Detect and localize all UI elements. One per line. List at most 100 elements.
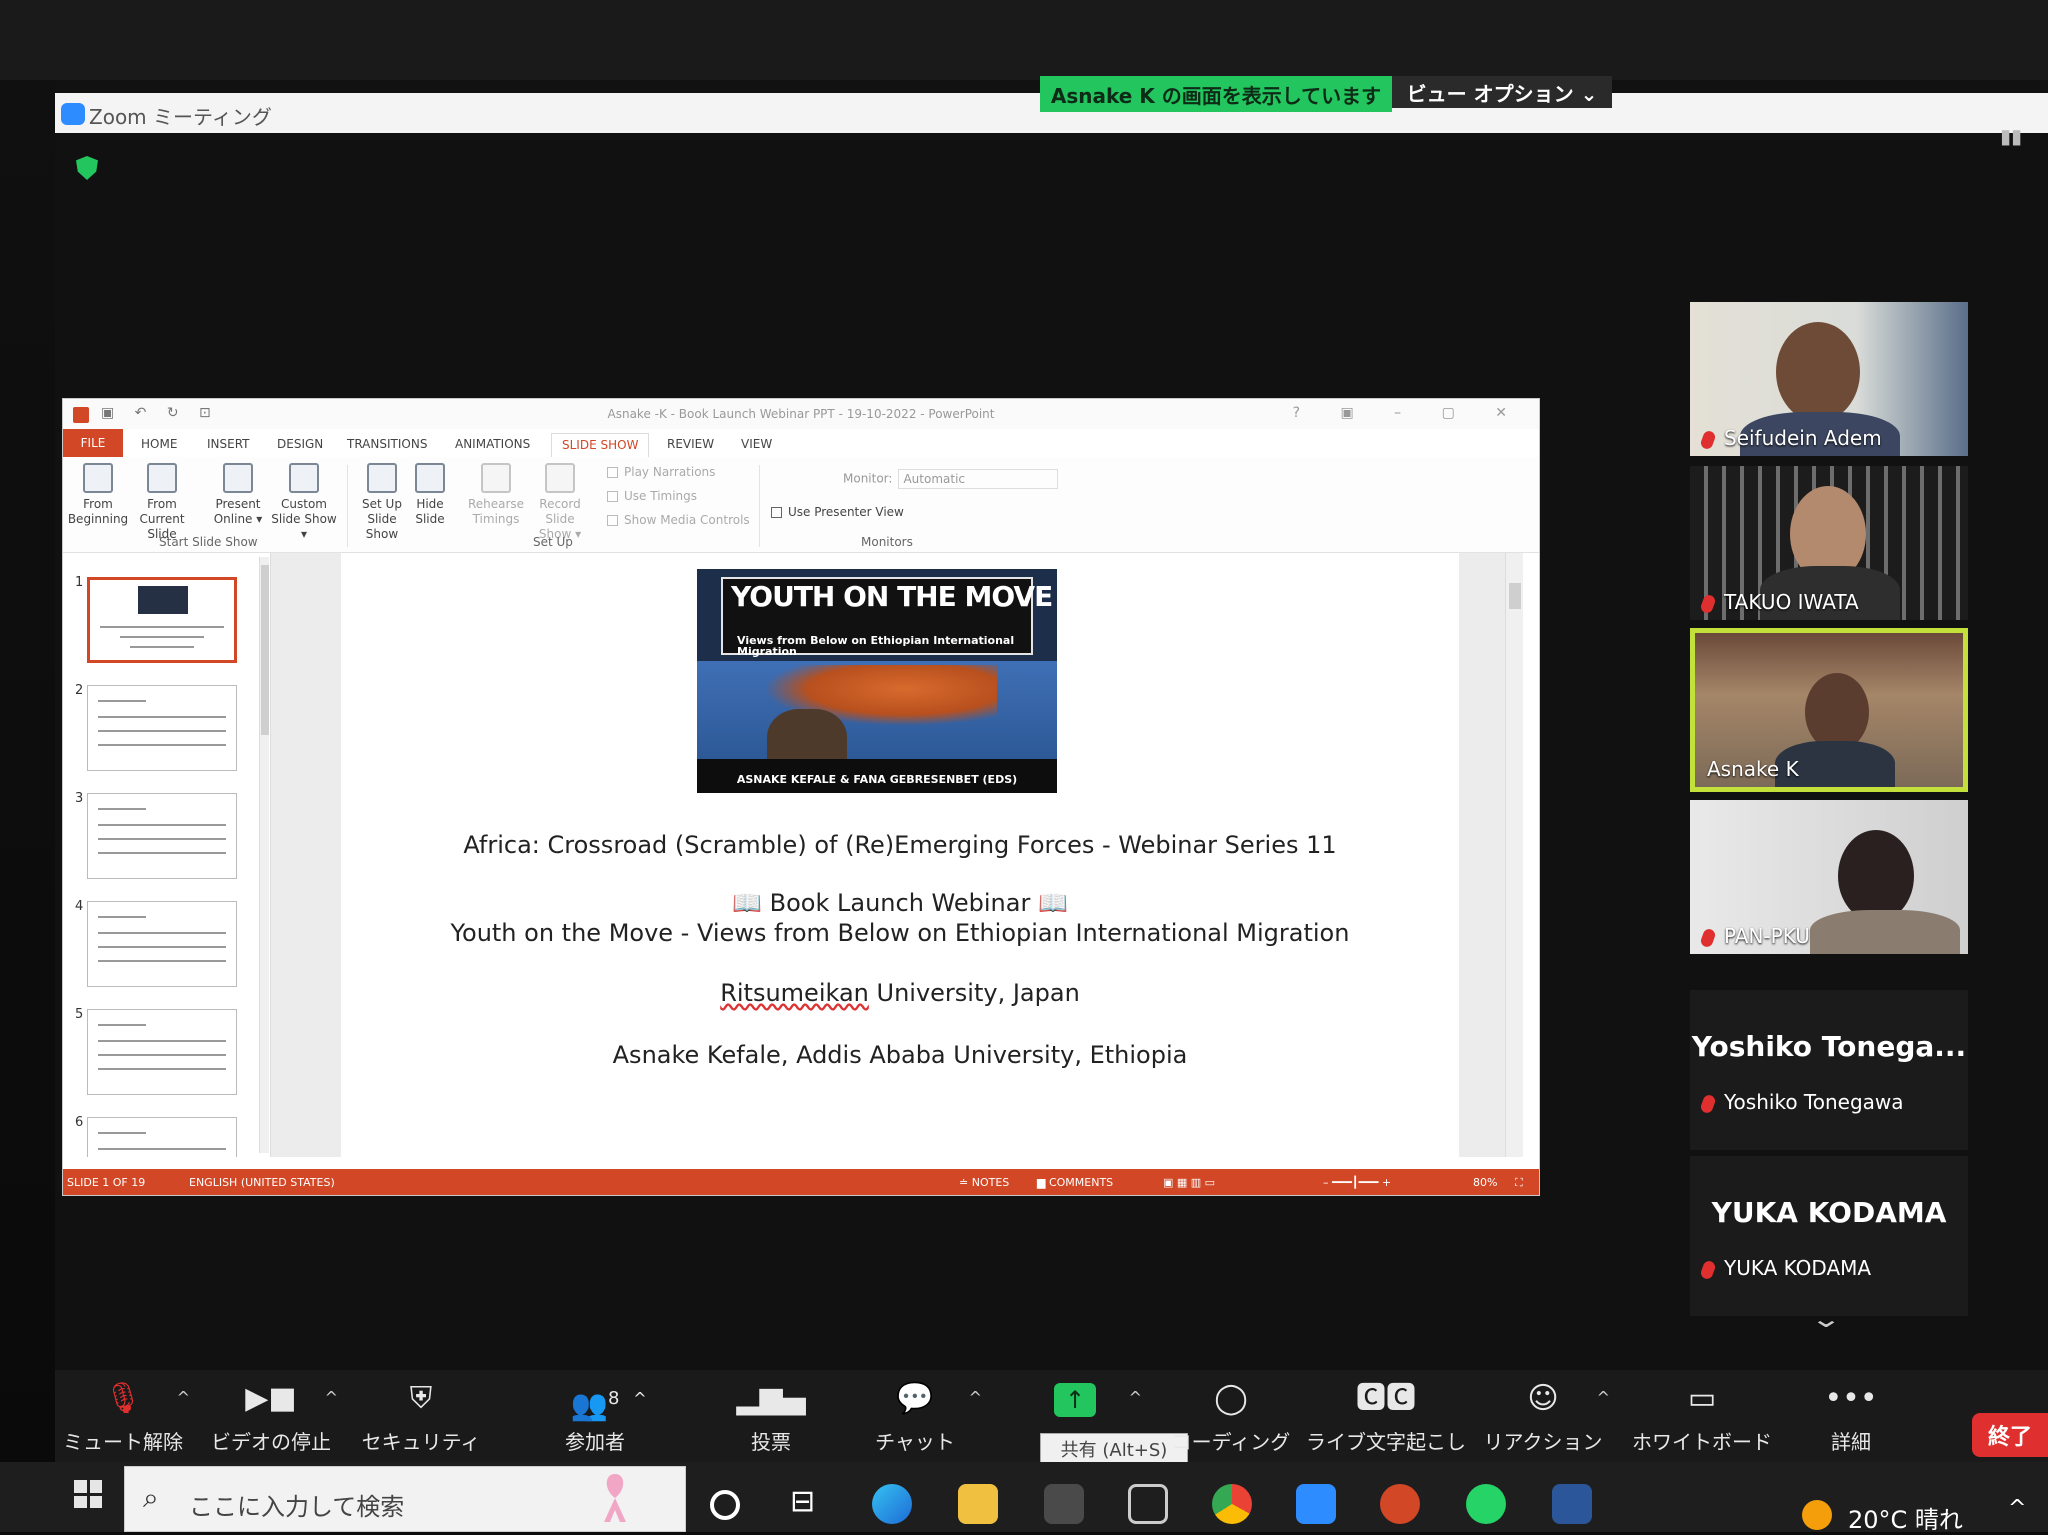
hide-slide-button[interactable]: Hide Slide — [407, 463, 453, 527]
tab-animations[interactable]: ANIMATIONS — [455, 437, 530, 451]
chevron-up-icon[interactable]: ^ — [2008, 1496, 2026, 1521]
microsoft-store-icon[interactable] — [1044, 1484, 1084, 1524]
participant-display-name: Yoshiko Tonega... — [1691, 1030, 1967, 1063]
end-meeting-button[interactable]: 終了 — [1972, 1413, 2048, 1457]
more-button[interactable]: ••• 詳細 — [1776, 1380, 1926, 1455]
participant-tile[interactable]: TAKUO IWATA — [1690, 466, 1968, 620]
zoom-slider[interactable]: – ━━━┃━━━ + — [1323, 1176, 1391, 1189]
slide-thumbnail-1[interactable] — [87, 577, 237, 663]
security-button[interactable]: ⛨ セキュリティ — [346, 1380, 496, 1455]
participant-tile-no-video[interactable]: YUKA KODAMA YUKA KODAMA — [1690, 1156, 1968, 1316]
present-online-icon — [223, 463, 253, 493]
reactions-button[interactable]: ☺ リアクション ^ — [1468, 1380, 1618, 1455]
window-controls[interactable]: ? ▣ – ▢ ✕ — [1293, 405, 1525, 421]
powerpoint-taskbar-icon[interactable] — [1380, 1484, 1420, 1524]
participant-name: Yoshiko Tonegawa — [1699, 1090, 1904, 1115]
ppt-titlebar: ▣ ↶ ↻ ⊡ Asnake -K - Book Launch Webinar … — [63, 399, 1539, 429]
tab-file[interactable]: FILE — [63, 429, 123, 457]
edge-browser-icon[interactable] — [872, 1484, 912, 1524]
zoom-app-icon — [61, 103, 85, 125]
participant-tile[interactable]: PAN-PKU — [1690, 800, 1968, 954]
whiteboard-button[interactable]: ▭ ホワイトボード — [1620, 1380, 1784, 1455]
chevron-up-icon[interactable]: ^ — [1597, 1388, 1610, 1407]
monitor-select[interactable]: Monitor: Automatic — [843, 469, 1059, 489]
slide-thumbnail-4[interactable] — [87, 901, 237, 987]
chevron-down-icon[interactable]: ⌄ — [1810, 1305, 1842, 1333]
record-icon — [545, 463, 575, 493]
thumb-number: 4 — [75, 899, 84, 914]
unmute-button[interactable]: 🎙 ミュート解除 ^ — [48, 1380, 198, 1455]
windows-start-icon[interactable] — [74, 1480, 102, 1508]
slideshow-ribbon: From Beginning From Current Slide Presen… — [63, 457, 1539, 553]
slideshow-current-icon — [147, 463, 177, 493]
comments-button[interactable]: ▆ COMMENTS — [1037, 1176, 1113, 1189]
file-explorer-icon[interactable] — [958, 1484, 998, 1524]
record-slide-show-button[interactable]: Record Slide Show ▾ — [529, 463, 591, 542]
thumb-number: 2 — [75, 683, 84, 698]
chat-button[interactable]: 💬 チャット ^ — [840, 1380, 990, 1455]
monitor-dropdown[interactable]: Automatic — [898, 469, 1059, 489]
cortana-icon[interactable] — [710, 1490, 740, 1520]
weather-sun-icon[interactable] — [1802, 1500, 1832, 1530]
thumbnail-scrollbar[interactable] — [259, 557, 269, 1153]
participant-tile-active-speaker[interactable]: Asnake K — [1690, 628, 1968, 792]
tab-review[interactable]: REVIEW — [667, 437, 714, 451]
participant-tile[interactable]: Seifudein Adem — [1690, 302, 1968, 456]
slide-thumbnail-5[interactable] — [87, 1009, 237, 1095]
ppt-status-bar: SLIDE 1 OF 19 ENGLISH (UNITED STATES) ≐ … — [63, 1169, 1539, 1195]
thumb-number: 5 — [75, 1007, 84, 1022]
chevron-up-icon[interactable]: ^ — [969, 1388, 982, 1407]
custom-slide-show-button[interactable]: Custom Slide Show ▾ — [269, 463, 339, 542]
live-transcript-button[interactable]: 🅲🅲 ライブ文字起こし — [1306, 1380, 1466, 1455]
tab-view[interactable]: VIEW — [741, 437, 772, 451]
from-beginning-button[interactable]: From Beginning — [67, 463, 129, 527]
slide-event-title: 📖 Book Launch Webinar 📖 — [732, 889, 1068, 917]
rehearse-timings-button[interactable]: Rehearse Timings — [465, 463, 527, 527]
zoom-level[interactable]: 80% — [1473, 1176, 1497, 1189]
view-options-button[interactable]: ビュー オプション ⌄ — [1392, 76, 1612, 108]
participant-name: Asnake K — [1707, 757, 1799, 781]
slide-presenter: Asnake Kefale, Addis Ababa University, E… — [612, 1041, 1188, 1069]
chevron-up-icon[interactable]: ^ — [1129, 1388, 1142, 1407]
present-online-button[interactable]: Present Online ▾ — [207, 463, 269, 527]
fit-slide-icon[interactable]: ⛶ — [1515, 1176, 1523, 1190]
slide-thumbnail-6[interactable] — [87, 1117, 237, 1157]
weather-text[interactable]: 20°C 晴れ — [1848, 1500, 1963, 1535]
chevron-up-icon[interactable]: ^ — [325, 1388, 338, 1407]
tab-design[interactable]: DESIGN — [277, 437, 323, 451]
stop-video-button[interactable]: ▶■ ビデオの停止 ^ — [196, 1380, 346, 1455]
show-media-controls-checkbox[interactable]: Show Media Controls — [607, 513, 750, 527]
set-up-slide-show-button[interactable]: Set Up Slide Show — [351, 463, 413, 542]
play-narrations-checkbox[interactable]: Play Narrations — [607, 465, 715, 479]
record-button[interactable]: ◯ コーディング — [1156, 1380, 1306, 1455]
tab-insert[interactable]: INSERT — [207, 437, 250, 451]
tab-slide-show[interactable]: SLIDE SHOW — [551, 433, 650, 457]
word-icon[interactable] — [1552, 1484, 1592, 1524]
timer-icon — [481, 463, 511, 493]
ribbon-tab-bar: FILE HOME INSERT DESIGN TRANSITIONS ANIM… — [63, 429, 1539, 457]
chevron-up-icon[interactable]: ^ — [177, 1388, 190, 1407]
participant-tile-no-video[interactable]: Yoshiko Tonega... Yoshiko Tonegawa — [1690, 990, 1968, 1150]
slide-thumbnail-pane: 1 2 3 4 5 6 — [63, 553, 271, 1157]
slide-thumbnail-2[interactable] — [87, 685, 237, 771]
chrome-icon[interactable] — [1212, 1484, 1252, 1524]
task-view-icon[interactable]: ⊟ — [790, 1484, 830, 1524]
canvas-scrollbar[interactable] — [1505, 553, 1523, 1157]
custom-show-icon — [289, 463, 319, 493]
use-timings-checkbox[interactable]: Use Timings — [607, 489, 697, 503]
whatsapp-icon[interactable] — [1466, 1484, 1506, 1524]
notes-button[interactable]: ≐ NOTES — [959, 1176, 1009, 1189]
from-current-slide-button[interactable]: From Current Slide — [131, 463, 193, 542]
zoom-taskbar-icon[interactable] — [1296, 1484, 1336, 1524]
slide-host-university: Ritsumeikan University, Japan — [720, 979, 1080, 1007]
use-presenter-view-checkbox[interactable]: Use Presenter View — [771, 505, 904, 519]
tab-home[interactable]: HOME — [141, 437, 177, 451]
view-buttons[interactable]: ▣ ▦ ▥ ▭ — [1163, 1176, 1215, 1189]
language-indicator: ENGLISH (UNITED STATES) — [189, 1176, 335, 1189]
slide-thumbnail-3[interactable] — [87, 793, 237, 879]
participants-menu-caret[interactable]: ^ — [620, 1380, 660, 1426]
polls-button[interactable]: ▂▆▄ 投票 — [696, 1380, 846, 1455]
layout-icon[interactable]: ▮▮ — [2000, 124, 2022, 148]
app-cube-icon[interactable] — [1128, 1484, 1168, 1524]
tab-transitions[interactable]: TRANSITIONS — [347, 437, 427, 451]
